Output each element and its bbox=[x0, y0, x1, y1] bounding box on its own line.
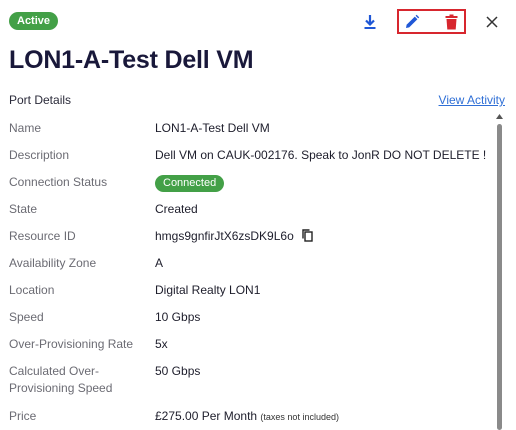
detail-row-description: Description Dell VM on CAUK-002176. Spea… bbox=[0, 139, 492, 166]
detail-value: Created bbox=[155, 202, 198, 216]
detail-row-name: Name LON1-A-Test Dell VM bbox=[0, 112, 492, 139]
port-details-list: Name LON1-A-Test Dell VM Description Del… bbox=[0, 112, 492, 427]
section-title: Port Details bbox=[9, 93, 72, 107]
detail-label: Name bbox=[9, 121, 42, 135]
detail-value: Dell VM on CAUK-002176. Speak to JonR DO… bbox=[155, 148, 487, 162]
close-icon bbox=[486, 16, 498, 28]
download-icon bbox=[364, 15, 376, 29]
detail-value: £275.00 Per Month (taxes not included) bbox=[155, 408, 339, 426]
detail-label: Location bbox=[9, 283, 55, 297]
resource-id-value: hmgs9gnfirJtX6zsDK9L6o bbox=[155, 229, 294, 243]
view-activity-link[interactable]: View Activity bbox=[439, 93, 505, 107]
detail-row-price: Price £275.00 Per Month (taxes not inclu… bbox=[0, 400, 492, 427]
detail-row-location: Location Digital Realty LON1 bbox=[0, 274, 492, 301]
detail-row-calculated-speed: Calculated Over-Provisioning Speed 50 Gb… bbox=[0, 355, 492, 400]
detail-label: Price bbox=[9, 409, 37, 423]
header-bar: Active bbox=[0, 0, 516, 44]
trash-icon bbox=[445, 14, 457, 30]
detail-label: Calculated Over-Provisioning Speed bbox=[9, 364, 113, 395]
detail-label: Connection Status bbox=[9, 175, 108, 189]
price-note: (taxes not included) bbox=[260, 412, 339, 422]
detail-row-resource-id: Resource ID hmgs9gnfirJtX6zsDK9L6o bbox=[0, 220, 492, 247]
detail-label: Resource ID bbox=[9, 229, 76, 243]
detail-value: hmgs9gnfirJtX6zsDK9L6o bbox=[155, 228, 313, 247]
detail-value: 50 Gbps bbox=[155, 364, 201, 378]
download-button[interactable] bbox=[360, 12, 380, 32]
detail-value: 10 Gbps bbox=[155, 310, 201, 324]
detail-row-state: State Created bbox=[0, 193, 492, 220]
scroll-up-arrow-icon[interactable] bbox=[495, 112, 504, 122]
detail-label: Speed bbox=[9, 310, 44, 324]
detail-row-connection-status: Connection Status Connected bbox=[0, 166, 492, 193]
price-value: £275.00 Per Month bbox=[155, 409, 258, 423]
detail-value: 5x bbox=[155, 337, 168, 351]
detail-label: Description bbox=[9, 148, 70, 162]
status-badge: Active bbox=[9, 12, 59, 30]
detail-value: Digital Realty LON1 bbox=[155, 283, 261, 297]
close-button[interactable] bbox=[482, 12, 502, 32]
detail-label: Over-Provisioning Rate bbox=[9, 337, 134, 351]
detail-value: Connected bbox=[155, 174, 225, 192]
scrollbar[interactable] bbox=[495, 112, 504, 430]
delete-button[interactable] bbox=[441, 12, 461, 32]
scrollbar-thumb[interactable] bbox=[497, 124, 502, 430]
detail-value: LON1-A-Test Dell VM bbox=[155, 121, 270, 135]
connection-status-badge: Connected bbox=[155, 175, 225, 192]
detail-value: A bbox=[155, 256, 164, 270]
copy-button[interactable] bbox=[302, 229, 313, 247]
edit-button[interactable] bbox=[402, 12, 422, 32]
detail-row-availability-zone: Availability Zone A bbox=[0, 247, 492, 274]
page-title: LON1-A-Test Dell VM bbox=[9, 46, 254, 74]
pencil-icon bbox=[406, 14, 420, 28]
copy-icon bbox=[302, 229, 313, 242]
detail-row-over-provisioning-rate: Over-Provisioning Rate 5x bbox=[0, 328, 492, 355]
detail-row-speed: Speed 10 Gbps bbox=[0, 301, 492, 328]
detail-label: Availability Zone bbox=[9, 256, 97, 270]
detail-label: State bbox=[9, 202, 38, 216]
